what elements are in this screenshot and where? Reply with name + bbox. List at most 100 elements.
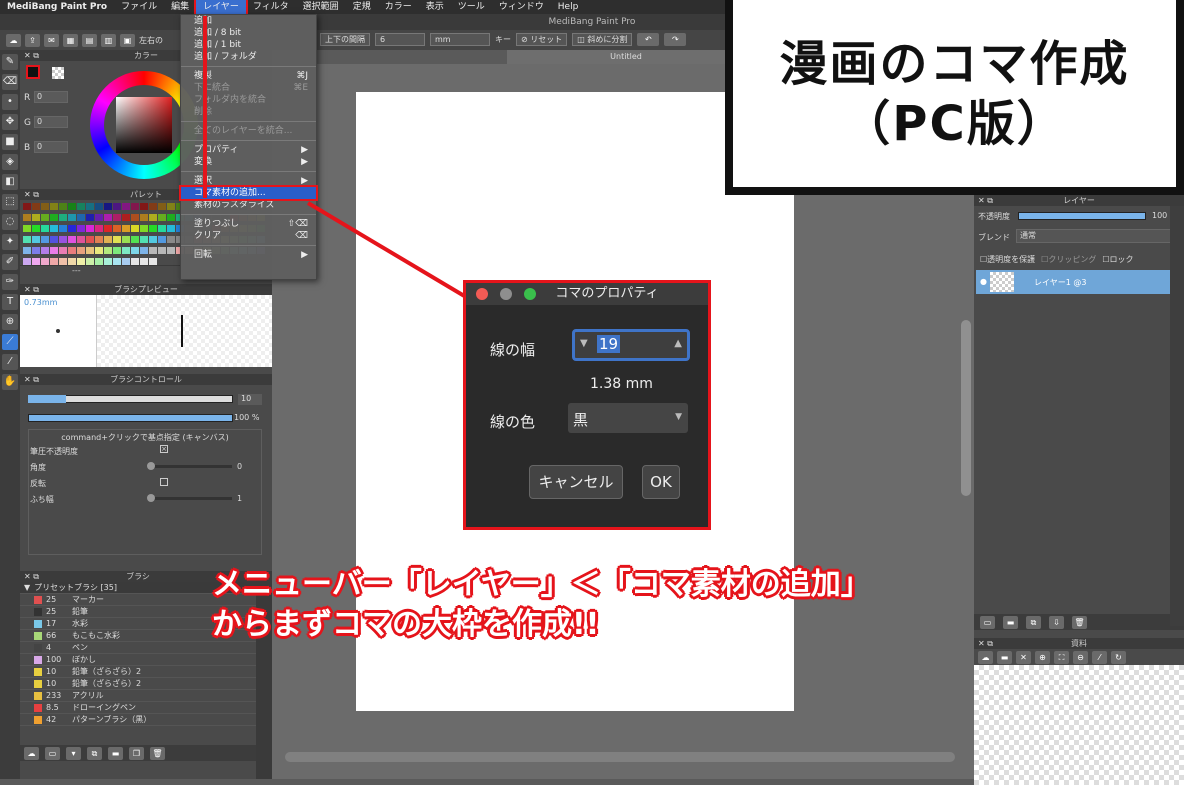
divide-tool-icon[interactable]: ⟋ — [2, 334, 18, 350]
palette-swatch[interactable] — [104, 236, 112, 243]
folder-icon[interactable]: ▬ — [108, 747, 123, 760]
palette-swatch[interactable] — [59, 247, 67, 254]
palette-swatch[interactable] — [41, 214, 49, 221]
palette-swatch[interactable] — [59, 236, 67, 243]
palette-swatch[interactable] — [50, 247, 58, 254]
close-icon[interactable]: ✕ ⧉ — [24, 571, 39, 582]
border-slider-handle[interactable] — [147, 494, 155, 502]
close-window-icon[interactable] — [476, 288, 488, 300]
zoom-out-icon[interactable]: ⊖ — [1073, 651, 1088, 664]
line-width-stepper[interactable]: ▼ 19 ▲ — [572, 329, 690, 361]
palette-swatch[interactable] — [149, 214, 157, 221]
palette-swatch[interactable] — [50, 236, 58, 243]
panel-icon[interactable]: ▥ — [101, 33, 116, 47]
trash-icon[interactable]: 🗑 — [150, 747, 165, 760]
clip-checkbox[interactable]: ☐クリッピング — [1041, 254, 1096, 265]
palette-swatch[interactable] — [122, 214, 130, 221]
palette-swatch[interactable] — [167, 225, 175, 232]
palette-swatch[interactable] — [131, 225, 139, 232]
palette-swatch[interactable] — [122, 247, 130, 254]
palette-swatch[interactable] — [41, 225, 49, 232]
palette-swatch[interactable] — [59, 214, 67, 221]
palette-swatch[interactable] — [140, 203, 148, 210]
chat-icon[interactable]: ✉ — [44, 33, 59, 47]
angle-slider-handle[interactable] — [147, 462, 155, 470]
brush-opacity-slider[interactable] — [28, 414, 233, 422]
palette-swatch[interactable] — [158, 236, 166, 243]
palette-swatch[interactable] — [50, 258, 58, 265]
palette-swatch[interactable] — [104, 247, 112, 254]
menu-item[interactable]: プロパティ ▶ — [181, 144, 316, 156]
palette-swatch[interactable] — [149, 236, 157, 243]
palette-swatch[interactable] — [32, 258, 40, 265]
tab-untitled[interactable]: Untitled — [507, 50, 745, 64]
app-menu[interactable]: MediBang Paint Pro — [0, 0, 114, 14]
cancel-button[interactable]: キャンセル — [529, 465, 623, 499]
menu-item[interactable]: 変換▶ — [181, 156, 316, 168]
fill-rect-tool-icon[interactable]: ■ — [2, 134, 18, 150]
lasso-tool-icon[interactable]: ◌ — [2, 214, 18, 230]
menu-item[interactable]: 定規 — [346, 0, 378, 14]
menu-item[interactable]: 追加 / フォルダ — [181, 51, 316, 63]
palette-swatch[interactable] — [122, 258, 130, 265]
gradient-tool-icon[interactable]: ◧ — [2, 174, 18, 190]
brush-tool-icon[interactable]: ✎ — [2, 54, 18, 70]
diag-split-button[interactable]: ◫ 斜めに分割 — [572, 33, 633, 46]
text-tool-icon[interactable]: T — [2, 294, 18, 310]
palette-swatch[interactable] — [41, 258, 49, 265]
palette-swatch[interactable] — [23, 236, 31, 243]
menu-item[interactable]: 削除 — [181, 106, 316, 118]
palette-swatch[interactable] — [41, 247, 49, 254]
b-input[interactable]: 0 — [34, 141, 68, 153]
undo-icon[interactable]: ↶ — [637, 33, 660, 46]
g-input[interactable]: 0 — [34, 116, 68, 128]
foreground-color-swatch[interactable] — [26, 65, 40, 79]
duplicate-icon[interactable]: ❐ — [129, 747, 144, 760]
palette-swatch[interactable] — [113, 236, 121, 243]
palette-swatch[interactable] — [77, 214, 85, 221]
palette-swatch[interactable] — [32, 247, 40, 254]
menu-item[interactable]: 追加 — [181, 15, 316, 27]
brush-list-item[interactable]: 42 パターンブラシ（黒） — [20, 714, 256, 726]
palette-swatch[interactable] — [131, 203, 139, 210]
brush-list-item[interactable]: 8.5 ドローイングペン — [20, 702, 256, 714]
blend-select[interactable]: 通常⌄ — [1016, 229, 1180, 243]
palette-swatch[interactable] — [32, 225, 40, 232]
menu-item[interactable]: クリア ⌫ — [181, 230, 316, 242]
vertical-scrollbar[interactable] — [961, 320, 971, 496]
lock-checkbox[interactable]: ☐ロック — [1102, 254, 1133, 265]
palette-swatch[interactable] — [167, 214, 175, 221]
redo-icon[interactable]: ↷ — [664, 33, 687, 46]
palette-swatch[interactable] — [23, 225, 31, 232]
move-tool-icon[interactable]: ✥ — [2, 114, 18, 130]
palette-swatch[interactable] — [77, 225, 85, 232]
eyedropper-tool-icon[interactable]: ⁄ — [2, 354, 18, 370]
magic-wand-tool-icon[interactable]: ✦ — [2, 234, 18, 250]
palette-swatch[interactable] — [95, 247, 103, 254]
share-icon[interactable]: ⇪ — [25, 33, 40, 47]
palette-swatch[interactable] — [95, 225, 103, 232]
layer-opacity-slider[interactable] — [1018, 212, 1146, 220]
menu-item[interactable]: ファイル — [114, 0, 164, 14]
menu-item[interactable]: 全てのレイヤーを統合... — [181, 125, 316, 137]
menu-item[interactable]: ツール — [451, 0, 492, 14]
close-doc-icon[interactable]: ✕ — [1016, 651, 1031, 664]
palette-swatch[interactable] — [113, 258, 121, 265]
ok-button[interactable]: OK — [642, 465, 680, 499]
palette-swatch[interactable] — [113, 203, 121, 210]
palette-swatch[interactable] — [104, 225, 112, 232]
palette-swatch[interactable] — [131, 247, 139, 254]
menu-item[interactable]: 選択▶ — [181, 175, 316, 187]
palette-swatch[interactable] — [122, 203, 130, 210]
close-icon[interactable]: ✕ ⧉ — [978, 195, 993, 206]
select-tool-icon[interactable]: ⬚ — [2, 194, 18, 210]
palette-swatch[interactable] — [86, 214, 94, 221]
select-pen-icon[interactable]: ✐ — [2, 254, 18, 270]
palette-swatch[interactable] — [32, 214, 40, 221]
palette-swatch[interactable] — [104, 258, 112, 265]
layer-scrollbar[interactable] — [1170, 206, 1184, 626]
cloud-download-icon[interactable]: ☁ — [24, 747, 39, 760]
palette-swatch[interactable] — [158, 247, 166, 254]
palette-swatch[interactable] — [32, 203, 40, 210]
horizontal-scrollbar[interactable] — [285, 752, 955, 762]
